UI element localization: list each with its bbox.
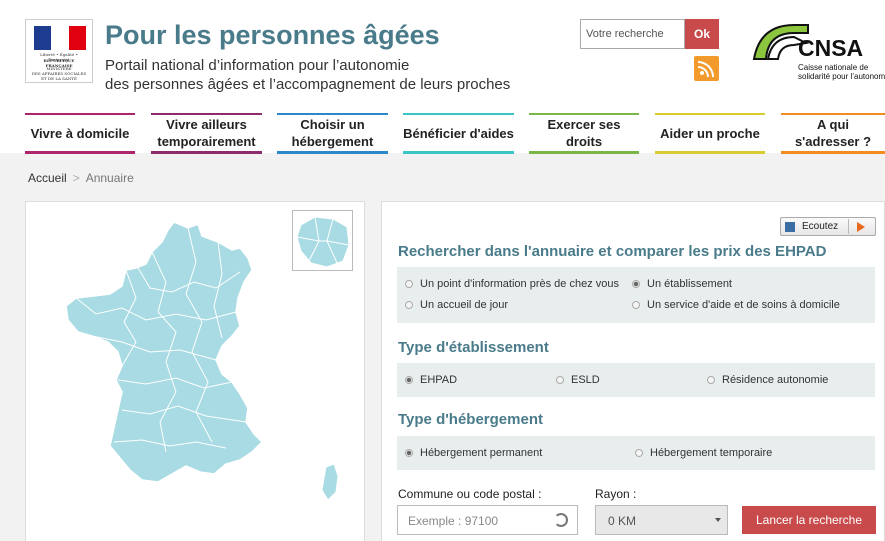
- site-header: Liberté • Égalité • Fraternité RÉPUBLIQU…: [0, 0, 885, 154]
- government-logo[interactable]: Liberté • Égalité • Fraternité RÉPUBLIQU…: [25, 19, 93, 83]
- rayon-label: Rayon :: [595, 487, 637, 501]
- cnsa-caption-1: Caisse nationale de: [798, 63, 869, 72]
- breadcrumb-separator: >: [72, 171, 80, 185]
- breadcrumb: Accueil > Annuaire: [28, 171, 134, 185]
- paris-inset-map[interactable]: [292, 210, 353, 271]
- breadcrumb-current: Annuaire: [85, 171, 134, 185]
- corsica-shape[interactable]: [321, 463, 339, 501]
- search-type-group: [397, 267, 875, 323]
- nav-beneficier-aides[interactable]: Bénéficier d'aides: [403, 113, 514, 154]
- commune-label: Commune ou code postal :: [398, 487, 542, 501]
- site-subtitle-line-1: Portail national d’information pour l’au…: [105, 57, 410, 74]
- radio-circle-selected[interactable]: [632, 280, 640, 288]
- hebergement-title: Type d'hébergement: [398, 411, 543, 428]
- radio-hebergement-temporaire[interactable]: Hébergement temporaire: [635, 447, 772, 459]
- radio-label: Hébergement permanent: [420, 447, 543, 459]
- radio-label: Un établissement: [647, 278, 732, 290]
- nav-aider-proche[interactable]: Aider un proche: [655, 113, 765, 154]
- radio-label: ESLD: [571, 374, 600, 386]
- commune-placeholder: Exemple : 97100: [408, 514, 499, 528]
- radio-label: Un accueil de jour: [420, 299, 509, 311]
- cnsa-logo[interactable]: CNSA Caisse nationale de solidarité pour…: [750, 19, 885, 85]
- refresh-icon[interactable]: [554, 513, 568, 527]
- radio-accueil-de-jour[interactable]: Un accueil de jour: [405, 299, 508, 311]
- radio-point-information[interactable]: Un point d'information près de chez vous: [405, 278, 619, 290]
- radio-label: Un point d'information près de chez vous: [420, 278, 619, 290]
- radio-label: Hébergement temporaire: [650, 447, 773, 459]
- radio-ehpad[interactable]: EHPAD: [405, 374, 457, 386]
- listen-button[interactable]: Ecoutez: [780, 217, 876, 236]
- radio-label: EHPAD: [420, 374, 458, 386]
- radio-service-aide-soins[interactable]: Un service d'aide et de soins à domicile: [632, 299, 840, 311]
- search-input[interactable]: Votre recherche: [580, 19, 685, 49]
- french-flag-icon: [34, 26, 86, 50]
- radio-circle[interactable]: [405, 301, 413, 309]
- nav-vivre-a-domicile[interactable]: Vivre à domicile: [25, 113, 135, 154]
- radio-etablissement[interactable]: Un établissement: [632, 278, 732, 290]
- radio-circle[interactable]: [405, 280, 413, 288]
- radio-circle[interactable]: [556, 376, 564, 384]
- cnsa-caption-2: solidarité pour l’autonomie: [798, 72, 885, 81]
- logo-ministry-3: ET DE LA SANTÉ: [41, 76, 77, 81]
- radio-hebergement-permanent[interactable]: Hébergement permanent: [405, 447, 542, 459]
- nav-choisir-hebergement[interactable]: Choisir un hébergement: [277, 113, 388, 154]
- radio-circle-selected[interactable]: [405, 449, 413, 457]
- nav-exercer-droits[interactable]: Exercer ses droits: [529, 113, 639, 154]
- breadcrumb-home-link[interactable]: Accueil: [28, 171, 67, 185]
- site-title[interactable]: Pour les personnes âgées: [105, 20, 440, 51]
- search-ok-button[interactable]: Ok: [685, 19, 719, 49]
- listen-label: Ecoutez: [802, 221, 839, 232]
- form-title: Rechercher dans l'annuaire et comparer l…: [398, 243, 827, 260]
- radio-residence-autonomie[interactable]: Résidence autonomie: [707, 374, 828, 386]
- nav-a-qui-sadresser[interactable]: A qui s'adresser ?: [781, 113, 885, 154]
- radio-circle[interactable]: [707, 376, 715, 384]
- launch-search-button[interactable]: Lancer la recherche: [742, 506, 876, 534]
- radio-esld[interactable]: ESLD: [556, 374, 600, 386]
- radio-circle-selected[interactable]: [405, 376, 413, 384]
- rss-icon[interactable]: [694, 56, 719, 81]
- commune-input[interactable]: Exemple : 97100: [397, 505, 578, 535]
- etablissement-title: Type d'établissement: [398, 339, 549, 356]
- radio-circle[interactable]: [632, 301, 640, 309]
- radio-label: Un service d'aide et de soins à domicile: [647, 299, 840, 311]
- rayon-select[interactable]: 0 KM: [595, 505, 728, 535]
- chevron-down-icon: [715, 518, 721, 522]
- cnsa-name: CNSA: [798, 35, 864, 61]
- rayon-value: 0 KM: [608, 514, 637, 528]
- radio-label: Résidence autonomie: [722, 374, 829, 386]
- radio-circle[interactable]: [635, 449, 643, 457]
- speaker-icon: [785, 222, 795, 232]
- play-icon[interactable]: [848, 219, 872, 234]
- site-subtitle-line-2: des personnes âgées et l’accompagnement …: [105, 76, 511, 93]
- nav-vivre-ailleurs[interactable]: Vivre ailleurs temporairement: [151, 113, 262, 154]
- paris-region-shape[interactable]: [293, 211, 354, 272]
